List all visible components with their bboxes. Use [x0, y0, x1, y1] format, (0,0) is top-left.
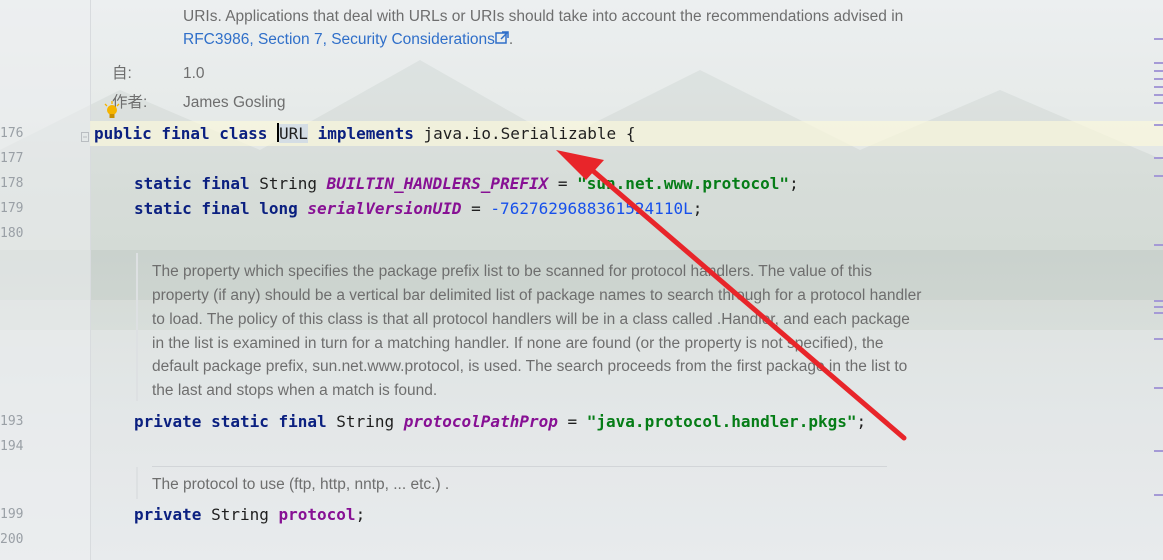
annotation-arrow: [556, 150, 907, 441]
